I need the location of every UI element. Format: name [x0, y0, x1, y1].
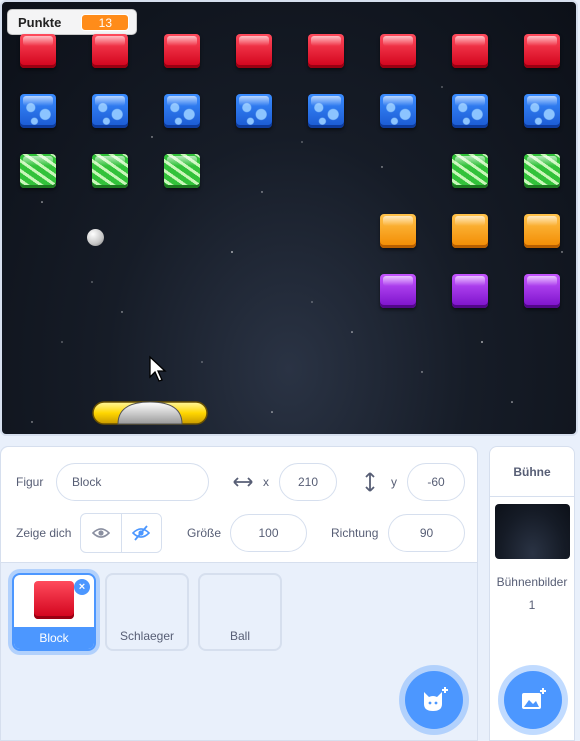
sprite-tile-schlaeger[interactable]: Schlaeger	[105, 573, 189, 651]
brick-red	[92, 34, 128, 68]
sprite-name-input[interactable]: Block	[56, 463, 209, 501]
brick-blue	[164, 94, 200, 128]
sprite-tile-name: Ball	[229, 629, 250, 643]
mouse-cursor-icon	[149, 355, 167, 382]
brick-green	[20, 154, 56, 188]
choose-backdrop-icon	[522, 688, 546, 709]
direction-label: Richtung	[331, 526, 379, 540]
brick-orange	[524, 214, 560, 248]
brick-purple	[380, 274, 416, 308]
score-monitor[interactable]: Punkte 13	[7, 9, 137, 35]
brick-red	[20, 34, 56, 68]
choose-sprite-icon	[424, 687, 448, 711]
hide-icon	[132, 525, 151, 541]
sprite-panel: Figur Block x 210 y -60 Zeige dich Größe…	[0, 446, 478, 741]
brick-orange	[452, 214, 488, 248]
visibility-toggle	[80, 513, 162, 553]
brick-blue	[92, 94, 128, 128]
delete-icon[interactable]: ×	[74, 579, 90, 595]
y-input[interactable]: -60	[407, 463, 465, 501]
arrows-vertical-icon	[365, 472, 375, 492]
brick-purple	[452, 274, 488, 308]
brick-red	[452, 34, 488, 68]
backdrop-thumbnail	[495, 504, 570, 559]
y-label: y	[391, 475, 397, 489]
show-button[interactable]	[81, 514, 121, 552]
stage-target-panel[interactable]: Bühne Bühnenbilder 1	[489, 446, 575, 741]
brick-blue	[380, 94, 416, 128]
hide-button[interactable]	[120, 514, 161, 552]
arrows-horizontal-icon	[233, 477, 253, 487]
sprite-tile-ball[interactable]: Ball	[198, 573, 282, 651]
sprite-tile-name: Schlaeger	[119, 629, 175, 643]
brick-blue	[308, 94, 344, 128]
sprite-thumbnail	[34, 581, 74, 619]
x-label: x	[263, 475, 269, 489]
score-label: Punkte	[18, 14, 62, 30]
brick-red	[380, 34, 416, 68]
size-input[interactable]: 100	[230, 514, 307, 552]
choose-backdrop-button[interactable]	[504, 671, 562, 729]
brick-orange	[380, 214, 416, 248]
brick-blue	[452, 94, 488, 128]
x-input[interactable]: 210	[279, 463, 337, 501]
brick-green	[164, 154, 200, 188]
brick-purple	[524, 274, 560, 308]
ball-sprite[interactable]	[87, 229, 104, 246]
backdrops-label: Bühnenbilder	[496, 575, 568, 589]
brick-green	[92, 154, 128, 188]
show-icon	[91, 528, 110, 538]
brick-blue	[20, 94, 56, 128]
brick-red	[524, 34, 560, 68]
sprite-info: Figur Block x 210 y -60 Zeige dich Größe…	[1, 447, 477, 563]
direction-input[interactable]: 90	[388, 514, 465, 552]
stage-title: Bühne	[490, 447, 574, 497]
sprite-label: Figur	[16, 475, 44, 489]
show-label: Zeige dich	[16, 526, 72, 540]
sprite-tile-name: Block	[14, 627, 94, 649]
score-value: 13	[81, 13, 130, 31]
brick-green	[524, 154, 560, 188]
brick-green	[452, 154, 488, 188]
stage[interactable]: Punkte 13	[0, 0, 578, 436]
brick-red	[236, 34, 272, 68]
sprite-tile-block[interactable]: × Block	[12, 573, 96, 651]
paddle-sprite[interactable]	[92, 396, 208, 428]
size-label: Größe	[187, 526, 222, 540]
brick-red	[308, 34, 344, 68]
brick-blue	[236, 94, 272, 128]
brick-blue	[524, 94, 560, 128]
brick-red	[164, 34, 200, 68]
backdrops-count: 1	[528, 598, 536, 612]
space-backdrop	[31, 61, 563, 423]
choose-sprite-button[interactable]	[405, 671, 463, 729]
